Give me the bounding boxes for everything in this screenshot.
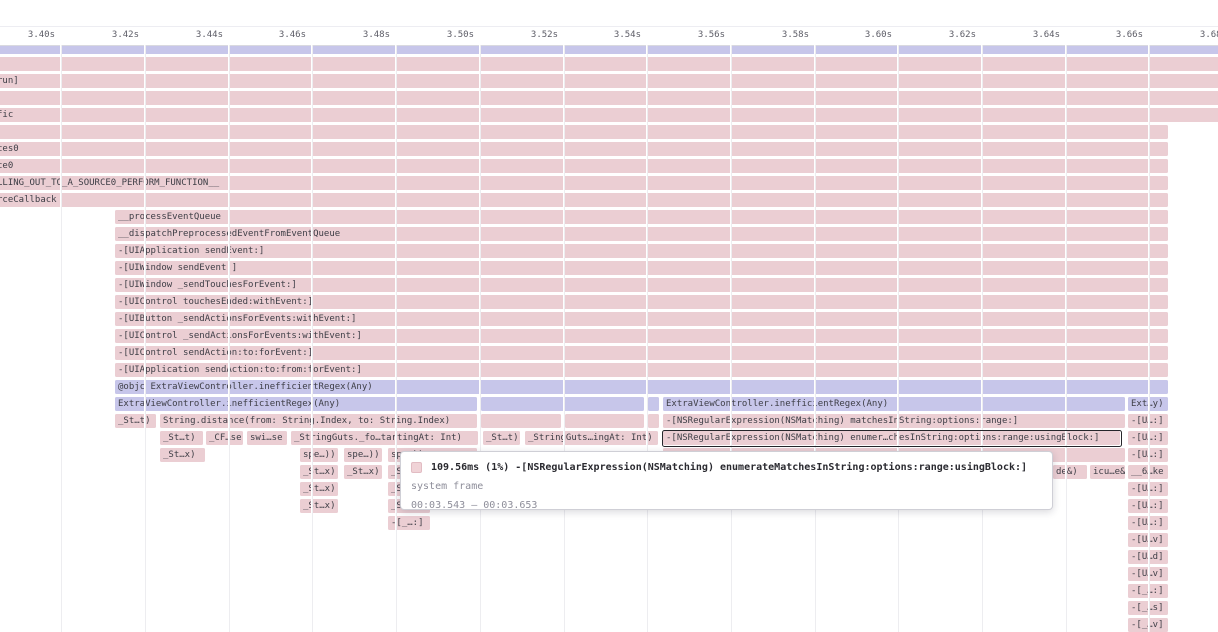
flame-bar[interactable]: _St…x) [300,465,338,479]
tick-label: 3.40s [0,30,55,40]
time-ruler[interactable]: 3.40s 3.42s 3.44s 3.46s 3.48s 3.50s 3.52s 3.54s… [0,26,1218,46]
flame-bar[interactable]: _St…x) [300,482,338,496]
flame-bar[interactable]: _StringGuts…ingAt: Int) [525,431,658,445]
tick-label: 3.46s [246,30,306,40]
flame-bar[interactable]: _St…t) [115,414,156,428]
flame-bar[interactable]: _St…x) [300,499,338,513]
flame-bar[interactable]: de&) [1053,465,1087,479]
frame-color-swatch-icon [411,462,422,473]
flame-bar[interactable]: @objc ExtraViewController.inefficientReg… [115,380,1168,394]
gridline-overlay-faint [815,45,816,632]
gridline-overlay-faint [229,45,230,632]
flame-chart[interactable]: 3.40s 3.42s 3.44s 3.46s 3.48s 3.50s 3.52s 3.54s… [0,0,1218,632]
flame-bar[interactable]: -[NSRegularExpression(NSMatching) matche… [663,414,1125,428]
tooltip: 109.56ms (1%) -[NSRegularExpression(NSMa… [400,451,1053,510]
flame-bar[interactable]: ExtraViewController.inefficientRegex(Any… [115,397,477,411]
flame-bar[interactable]: spe…)) [344,448,382,462]
flame-bar[interactable]: fic [0,108,1218,122]
tick-label: 3.44s [163,30,223,40]
tick-label: 3.52s [498,30,558,40]
flame-bar[interactable] [481,414,561,428]
tick-label: 3.56s [665,30,725,40]
flame-bar[interactable] [648,397,659,411]
tick-label: 3.62s [916,30,976,40]
flame-bar[interactable] [0,57,1218,71]
flame-bar[interactable]: LLING_OUT_TO_A_SOURCE0_PERFORM_FUNCTION_… [0,176,1168,190]
flame-bar[interactable]: ExtraViewController.inefficientRegex(Any… [663,397,1125,411]
gridline-overlay-faint [145,45,146,632]
flame-bar[interactable]: -[UIApplication sendEvent:] [115,244,1168,258]
flame-bar[interactable]: -[UIWindow _sendTouchesForEvent:] [115,278,1168,292]
tick-label: 3.60s [832,30,892,40]
tick-label: 3.50s [414,30,474,40]
flame-bar[interactable]: spe…)) [300,448,338,462]
flame-bar[interactable]: _St…x) [160,448,205,462]
tooltip-time-range: 00:03.543 — 00:03.653 [411,496,1042,515]
tick-label: 3.48s [330,30,390,40]
gridline-overlay-faint [647,45,648,632]
flame-bar[interactable]: _StringGuts._fo…tartingAt: Int) [291,431,478,445]
gridline-overlay-faint [898,45,899,632]
flame-bar[interactable] [0,91,1218,105]
flame-bar[interactable]: ces0 [0,142,1168,156]
tick-label: 3.54s [581,30,641,40]
tick-label: 3.42s [79,30,139,40]
flame-bar[interactable]: run] [0,74,1218,88]
flame-bar[interactable]: -[UIWindow sendEvent:] [115,261,1168,275]
flame-bar[interactable]: -[UIControl _sendActionsForEvents:withEv… [115,329,1168,343]
flame-bar[interactable]: __dispatchPreprocessedEventFromEventQueu… [115,227,1168,241]
flame-bar[interactable] [648,414,659,428]
tooltip-duration-and-symbol: 109.56ms (1%) -[NSRegularExpression(NSMa… [431,458,1027,477]
flame-bar[interactable]: _St…t) [483,431,520,445]
tick-label: 3.66s [1083,30,1143,40]
flame-bar[interactable]: _St…x) [344,465,382,479]
gridline-overlay-faint [731,45,732,632]
gridline-overlay-faint [1066,45,1067,632]
flame-bar[interactable]: ce0 [0,159,1168,173]
gridline-overlay-faint [312,45,313,632]
tick-label: 3.68s [1167,30,1218,40]
flame-bar[interactable]: _St…t) [160,431,203,445]
tick-label: 3.58s [749,30,809,40]
gridline-overlay-faint [61,45,62,632]
flame-bar[interactable] [565,414,644,428]
flame-bar[interactable]: -[UIApplication sendAction:to:from:forEv… [115,363,1168,377]
gridline-overlay-faint [564,45,565,632]
flame-bar[interactable]: -[UIButton _sendActionsForEvents:withEve… [115,312,1168,326]
flame-bar[interactable]: -[UIControl sendAction:to:forEvent:] [115,346,1168,360]
tooltip-frame-kind: system frame [411,477,1042,496]
flame-bar[interactable]: String.distance(from: String.Index, to: … [160,414,477,428]
flame-bar[interactable]: swi…se [247,431,287,445]
gridline-overlay-faint [480,45,481,632]
gridline-overlay-faint [1149,45,1150,632]
flame-bar[interactable] [0,125,1168,139]
tick-label: 3.64s [1000,30,1060,40]
gridline-overlay-faint [396,45,397,632]
flame-bar[interactable]: -[UIControl touchesEnded:withEvent:] [115,295,1168,309]
flame-bar[interactable]: _CF…se [206,431,243,445]
flame-bar[interactable]: icu…e&) [1090,465,1125,479]
gridline-overlay-faint [982,45,983,632]
flame-bar[interactable]: rceCallback [0,193,1168,207]
flame-bar[interactable]: __processEventQueue [115,210,1168,224]
tooltip-title-line: 109.56ms (1%) -[NSRegularExpression(NSMa… [411,458,1042,477]
